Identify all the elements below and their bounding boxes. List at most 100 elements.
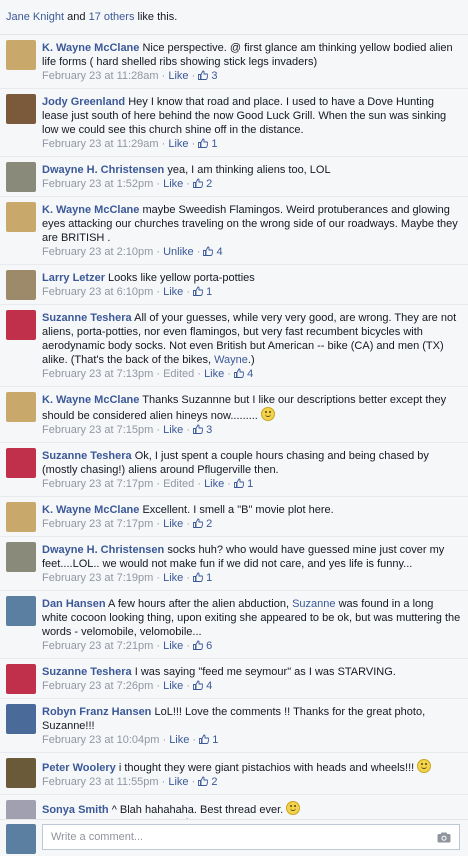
like-count[interactable]: 1 bbox=[193, 286, 212, 298]
comment-author-link[interactable]: Peter Woolery bbox=[42, 762, 116, 774]
like-count[interactable]: 2 bbox=[193, 178, 212, 190]
edited-label[interactable]: Edited bbox=[163, 478, 194, 490]
mention-link[interactable]: Suzanne bbox=[292, 598, 335, 610]
comment-timestamp[interactable]: February 23 at 11:29am bbox=[42, 138, 159, 150]
comment-item: Jody Greenland Hey I know that road and … bbox=[0, 88, 468, 156]
thumbs-up-icon bbox=[193, 286, 204, 296]
comment-timestamp[interactable]: February 23 at 6:10pm bbox=[42, 286, 153, 298]
avatar[interactable] bbox=[6, 448, 36, 478]
like-button[interactable]: Like bbox=[169, 734, 189, 746]
comment-timestamp[interactable]: February 23 at 10:04pm bbox=[42, 734, 159, 746]
comment-author-link[interactable]: Robyn Franz Hansen bbox=[42, 706, 151, 718]
like-button[interactable]: Like bbox=[204, 368, 224, 380]
avatar[interactable] bbox=[6, 310, 36, 340]
like-button[interactable]: Like bbox=[168, 138, 188, 150]
comment-body: Dwayne H. Christensen yea, I am thinking… bbox=[42, 163, 462, 177]
comment-author-link[interactable]: K. Wayne McClane bbox=[42, 504, 139, 516]
avatar[interactable] bbox=[6, 40, 36, 70]
like-count[interactable]: 1 bbox=[199, 734, 218, 746]
comment-body: Dan Hansen A few hours after the alien a… bbox=[42, 597, 462, 639]
like-button[interactable]: Like bbox=[168, 70, 188, 82]
like-button[interactable]: Like bbox=[163, 680, 183, 692]
comment-text: i thought they were giant pistachios wit… bbox=[118, 762, 415, 774]
comment-item: Robyn Franz Hansen LoL!!! Love the comme… bbox=[0, 698, 468, 752]
like-button[interactable]: Like bbox=[163, 286, 183, 298]
comment-author-link[interactable]: Sonya Smith bbox=[42, 804, 109, 816]
avatar[interactable] bbox=[6, 94, 36, 124]
comment-timestamp[interactable]: February 23 at 1:52pm bbox=[42, 178, 153, 190]
smile-emoji-icon bbox=[260, 407, 275, 421]
comment-timestamp[interactable]: February 23 at 7:15pm bbox=[42, 424, 153, 436]
liker-link[interactable]: Jane Knight bbox=[6, 11, 64, 23]
comment-body: Sonya Smith ^ Blah hahahaha. Best thread… bbox=[42, 801, 462, 817]
like-button[interactable]: Like bbox=[168, 776, 188, 788]
comment-author-link[interactable]: Dwayne H. Christensen bbox=[42, 164, 164, 176]
comment-author-link[interactable]: Suzanne Teshera bbox=[42, 312, 132, 324]
like-count[interactable]: 3 bbox=[193, 424, 212, 436]
like-count[interactable]: 3 bbox=[198, 70, 218, 82]
like-count[interactable]: 1 bbox=[198, 138, 218, 150]
like-count-value: 6 bbox=[206, 640, 213, 652]
comment-timestamp[interactable]: February 23 at 7:19pm bbox=[42, 572, 153, 584]
like-button[interactable]: Like bbox=[204, 478, 224, 490]
avatar[interactable] bbox=[6, 704, 36, 734]
others-link[interactable]: 17 others bbox=[89, 11, 135, 23]
like-button[interactable]: Like bbox=[163, 178, 183, 190]
comment-timestamp[interactable]: February 23 at 7:26pm bbox=[42, 680, 153, 692]
avatar[interactable] bbox=[6, 758, 36, 788]
like-count[interactable]: 1 bbox=[234, 478, 253, 490]
like-count[interactable]: 1 bbox=[193, 572, 212, 584]
avatar[interactable] bbox=[6, 664, 36, 694]
like-count[interactable]: 4 bbox=[193, 680, 212, 692]
like-button[interactable]: Like bbox=[163, 572, 183, 584]
likes-text-middle: and bbox=[64, 11, 89, 23]
comment-timestamp[interactable]: February 23 at 7:21pm bbox=[42, 640, 153, 652]
comment-body: Peter Woolery i thought they were giant … bbox=[42, 759, 462, 775]
like-count[interactable]: 6 bbox=[193, 640, 212, 652]
comment-timestamp[interactable]: February 23 at 2:10pm bbox=[42, 246, 153, 258]
avatar[interactable] bbox=[6, 202, 36, 232]
edited-label[interactable]: Edited bbox=[163, 368, 194, 380]
avatar[interactable] bbox=[6, 502, 36, 532]
comment-item: Peter Woolery i thought they were giant … bbox=[0, 752, 468, 794]
comment-author-link[interactable]: Suzanne Teshera bbox=[42, 666, 132, 678]
avatar[interactable] bbox=[6, 596, 36, 626]
comment-author-link[interactable]: K. Wayne McClane bbox=[42, 204, 139, 216]
comment-timestamp[interactable]: February 23 at 7:17pm bbox=[42, 478, 153, 490]
comment-author-link[interactable]: K. Wayne McClane bbox=[42, 394, 139, 406]
comment-author-link[interactable]: Dwayne H. Christensen bbox=[42, 544, 164, 556]
comment-author-link[interactable]: K. Wayne McClane bbox=[42, 42, 139, 54]
like-count[interactable]: 2 bbox=[198, 776, 218, 788]
mention-link[interactable]: Wayne bbox=[214, 354, 248, 366]
like-count[interactable]: 4 bbox=[234, 368, 253, 380]
like-count[interactable]: 2 bbox=[193, 518, 212, 530]
comment-author-link[interactable]: Dan Hansen bbox=[42, 598, 106, 610]
avatar[interactable] bbox=[6, 392, 36, 422]
comment-input[interactable]: Write a comment... bbox=[42, 824, 460, 850]
avatar[interactable] bbox=[6, 162, 36, 192]
comment-timestamp[interactable]: February 23 at 7:17pm bbox=[42, 518, 153, 530]
comment-author-link[interactable]: Suzanne Teshera bbox=[42, 450, 132, 462]
comment-timestamp[interactable]: February 23 at 11:55pm bbox=[42, 776, 159, 788]
comment-item: K. Wayne McClane Excellent. I smell a "B… bbox=[0, 496, 468, 536]
comment-timestamp[interactable]: February 23 at 11:28am bbox=[42, 70, 159, 82]
comment-author-link[interactable]: Jody Greenland bbox=[42, 96, 125, 108]
comment-author-link[interactable]: Larry Letzer bbox=[42, 272, 105, 284]
like-count[interactable]: 4 bbox=[203, 246, 223, 258]
like-button[interactable]: Like bbox=[163, 424, 183, 436]
avatar[interactable] bbox=[6, 270, 36, 300]
comment-body: Suzanne Teshera Ok, I just spent a coupl… bbox=[42, 449, 462, 477]
comment-meta: February 23 at 7:17pm · Edited · Like · … bbox=[42, 478, 254, 490]
like-button[interactable]: Like bbox=[163, 640, 183, 652]
like-button[interactable]: Like bbox=[163, 518, 183, 530]
camera-icon[interactable] bbox=[437, 832, 451, 843]
like-count-value: 1 bbox=[211, 138, 218, 150]
comment-timestamp[interactable]: February 23 at 7:13pm bbox=[42, 368, 153, 380]
like-count-value: 1 bbox=[247, 478, 254, 490]
avatar[interactable] bbox=[6, 542, 36, 572]
like-count-value: 1 bbox=[206, 572, 213, 584]
comment-meta: February 23 at 7:15pm · Like · 3 bbox=[42, 424, 213, 436]
like-button[interactable]: Unlike bbox=[163, 246, 194, 258]
thumbs-up-icon bbox=[198, 138, 209, 148]
like-count-value: 4 bbox=[247, 368, 254, 380]
